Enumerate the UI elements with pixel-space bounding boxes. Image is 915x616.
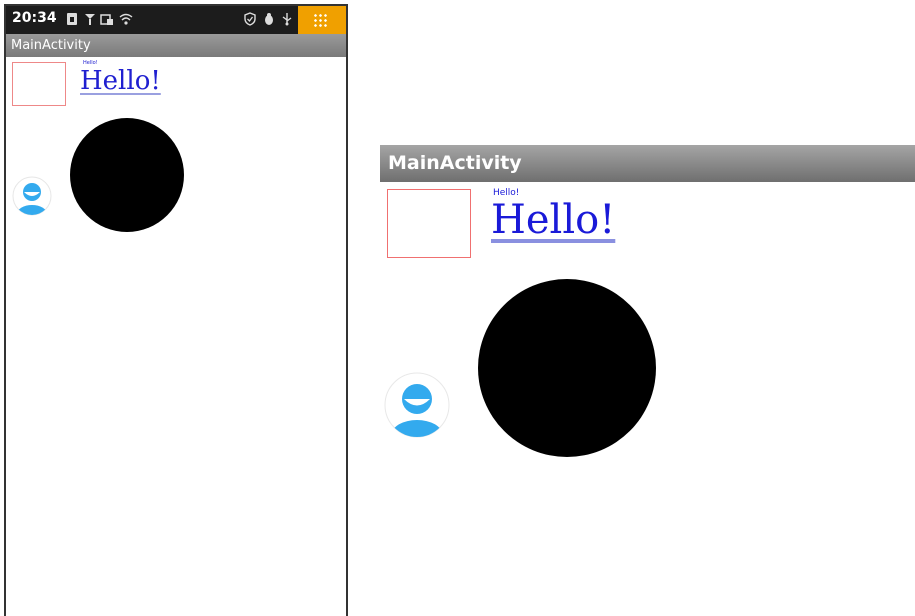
- zoom-hello-link[interactable]: Hello!: [491, 197, 615, 243]
- storage-icon: [99, 11, 115, 27]
- zoom-bordered-image-view: [387, 189, 471, 258]
- status-bar: 20:34: [6, 6, 346, 34]
- zoom-black-circle-image: [478, 279, 656, 457]
- bug-icon: [261, 11, 277, 27]
- avatar-icon[interactable]: [12, 176, 52, 216]
- sim-icon: [64, 11, 80, 27]
- wifi-icon: [118, 11, 134, 27]
- usb-icon: [279, 11, 295, 27]
- grid-menu-icon[interactable]: [298, 6, 346, 34]
- bordered-image-view: [12, 62, 66, 106]
- zoom-action-bar-title: MainActivity: [380, 145, 915, 182]
- hello-link[interactable]: Hello!: [80, 66, 161, 96]
- signal-icon: [82, 11, 98, 27]
- zoom-avatar-icon[interactable]: [384, 372, 450, 438]
- action-bar-title: MainActivity: [6, 34, 346, 57]
- shield-icon: [242, 11, 258, 27]
- status-time: 20:34: [12, 10, 57, 26]
- black-circle-image: [70, 118, 184, 232]
- phone-screen: 20:34 MainActivity Hello! Hello!: [4, 4, 348, 616]
